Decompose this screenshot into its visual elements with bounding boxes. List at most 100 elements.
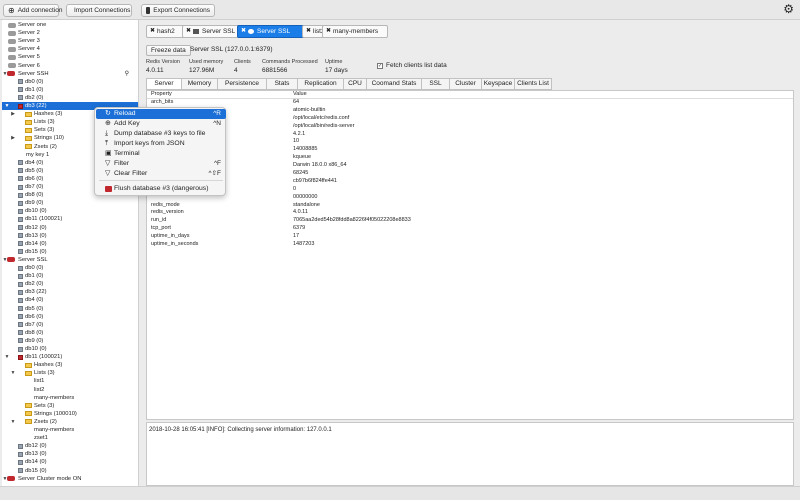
freeze-data-button[interactable]: Freeze data (146, 45, 191, 56)
menu-item-import[interactable]: ⤒ Import keys from JSON (96, 139, 226, 149)
table-row[interactable]: 0 (147, 186, 793, 194)
table-row[interactable]: run_id 7065aa2ded54b28fdd8a8226f4f0502220… (147, 217, 793, 225)
tree-item[interactable]: Hashes (3) (2, 361, 138, 369)
close-icon[interactable]: ✖ (326, 26, 331, 37)
tab-coomand-stats[interactable]: Coomand Stats (366, 78, 421, 90)
tab-keyspace[interactable]: Keyspace (481, 78, 514, 90)
table-row[interactable]: uptime_in_days 17 (147, 233, 793, 241)
table-row[interactable]: tcp_port 6379 (147, 225, 793, 233)
import-connections-button[interactable]: Import Connections (66, 4, 132, 17)
chevron-right-icon[interactable]: ▶ (10, 134, 16, 142)
tree-item[interactable]: db12 (0) (2, 442, 138, 450)
tree-item[interactable]: db6 (0) (2, 313, 138, 321)
open-tab[interactable]: ✖ Server SSL (237, 25, 308, 38)
close-icon[interactable]: ✖ (241, 26, 246, 37)
tab-persistence[interactable]: Persistence (217, 78, 266, 90)
tree-item[interactable]: db2 (0) (2, 94, 138, 102)
tab-replication[interactable]: Replication (297, 78, 343, 90)
export-connections-button[interactable]: Export Connections (141, 4, 215, 17)
tree-item[interactable]: db13 (0) (2, 450, 138, 458)
chevron-down-icon[interactable]: ▼ (10, 418, 16, 426)
tree-item[interactable]: db0 (0) (2, 78, 138, 86)
open-tab[interactable]: ✖ many-members (322, 25, 388, 38)
menu-item-filter[interactable]: ▽ Filter ^F (96, 159, 226, 169)
tree-item[interactable]: db3 (22) (2, 288, 138, 296)
tree-item[interactable]: db1 (0) (2, 272, 138, 280)
tree-item[interactable]: db1 (0) (2, 86, 138, 94)
tree-item[interactable]: Strings (100010) (2, 410, 138, 418)
tree-item[interactable]: Server one (2, 21, 138, 29)
tree-item[interactable]: db10 (0) (2, 345, 138, 353)
menu-item-add[interactable]: ⊕ Add Key ^N (96, 119, 226, 129)
tree-item[interactable]: Server 5 (2, 53, 138, 61)
tree-item[interactable]: Server 3 (2, 37, 138, 45)
tree-item[interactable]: db9 (0) (2, 199, 138, 207)
tree-item[interactable]: db0 (0) (2, 264, 138, 272)
tree-item[interactable]: ▼ Server SSH ⚲ (2, 70, 138, 78)
tree-item[interactable]: db7 (0) (2, 321, 138, 329)
tab-ssl[interactable]: SSL (421, 78, 449, 90)
table-row[interactable]: /opt/local/etc/redis.conf (147, 115, 793, 123)
tree-item[interactable]: db10 (0) (2, 207, 138, 215)
add-connection-button[interactable]: ⊕ Add connection (3, 4, 63, 17)
tree-item[interactable]: ▼ Zsets (2) (2, 418, 138, 426)
checkbox-icon[interactable]: ✓ (377, 62, 383, 69)
chevron-down-icon[interactable]: ▼ (4, 102, 10, 110)
tree-item[interactable]: Server 2 (2, 29, 138, 37)
tree-item[interactable]: db14 (0) (2, 240, 138, 248)
menu-item-clear-filter[interactable]: ▽ Clear Filter ^⇧F (96, 169, 226, 179)
table-row[interactable]: redis_version 4.0.11 (147, 209, 793, 217)
tree-item[interactable]: ▼ Server SSL (2, 256, 138, 264)
tree-item[interactable]: db5 (0) (2, 305, 138, 313)
menu-item-reload[interactable]: ↻ Reload ^R (96, 109, 226, 119)
tree-item[interactable]: Sets (3) (2, 402, 138, 410)
open-tab[interactable]: ✖ Server SSL (182, 25, 244, 38)
tree-item[interactable]: db13 (0) (2, 232, 138, 240)
table-row[interactable]: 68245 (147, 170, 793, 178)
tree-item[interactable]: Server 4 (2, 45, 138, 53)
gear-icon[interactable]: ⚙ (783, 3, 794, 15)
table-row[interactable]: redis_mode standalone (147, 202, 793, 210)
tree-item[interactable]: list2 (2, 386, 138, 394)
tree-item[interactable]: db12 (0) (2, 224, 138, 232)
tree-item[interactable]: many-members (2, 394, 138, 402)
tree-item[interactable]: db9 (0) (2, 337, 138, 345)
table-row[interactable]: uptime_in_seconds 1487203 (147, 241, 793, 249)
tab-cpu[interactable]: CPU (343, 78, 366, 90)
tree-item[interactable]: many-members (2, 426, 138, 434)
chevron-down-icon[interactable]: ▼ (4, 353, 10, 361)
table-row[interactable]: 14008885 (147, 146, 793, 154)
tree-item[interactable]: ▼ Lists (3) (2, 369, 138, 377)
chevron-down-icon[interactable]: ▼ (10, 369, 16, 377)
tree-item[interactable]: db14 (0) (2, 458, 138, 466)
tree-item[interactable]: Server 6 (2, 62, 138, 70)
table-row[interactable]: kqueue (147, 154, 793, 162)
tree-item[interactable]: db15 (0) (2, 467, 138, 475)
tab-stats[interactable]: Stats (266, 78, 297, 90)
close-icon[interactable]: ✖ (150, 26, 155, 37)
table-row[interactable]: arch_bits 64 (147, 99, 793, 107)
tree-item[interactable]: db2 (0) (2, 280, 138, 288)
tab-server[interactable]: Server (146, 78, 181, 90)
tree-item[interactable]: db11 (100021) (2, 215, 138, 223)
menu-item-terminal[interactable]: ▣ Terminal (96, 149, 226, 159)
tree-item[interactable]: ▼ db11 (100021) (2, 353, 138, 361)
column-header-property[interactable]: Property (151, 91, 172, 98)
tree-item[interactable]: zset1 (2, 434, 138, 442)
table-row[interactable]: atomic-builtin (147, 107, 793, 115)
table-row[interactable]: /opt/local/bin/redis-server (147, 123, 793, 131)
tab-cluster[interactable]: Cluster (449, 78, 481, 90)
tree-item[interactable]: ▼ Server Cluster mode ON (2, 475, 138, 483)
menu-item-flush[interactable]: Flush database #3 (dangerous) (96, 184, 226, 194)
table-row[interactable]: 00000000 (147, 194, 793, 202)
fetch-clients-toggle[interactable]: ✓ Fetch clients list data (377, 62, 447, 69)
menu-item-dump[interactable]: ⤓ Dump database #3 keys to file (96, 129, 226, 139)
chevron-right-icon[interactable]: ▶ (10, 110, 16, 118)
table-row[interactable]: 10 (147, 138, 793, 146)
table-row[interactable]: Darwin 18.0.0 x86_64 (147, 162, 793, 170)
close-icon[interactable]: ✖ (186, 26, 191, 37)
tab-clients-list[interactable]: Clients List (514, 78, 552, 90)
column-header-value[interactable]: Value (293, 91, 307, 98)
tree-item[interactable]: list1 (2, 377, 138, 385)
table-row[interactable]: cb97b6f824ffe441 (147, 178, 793, 186)
